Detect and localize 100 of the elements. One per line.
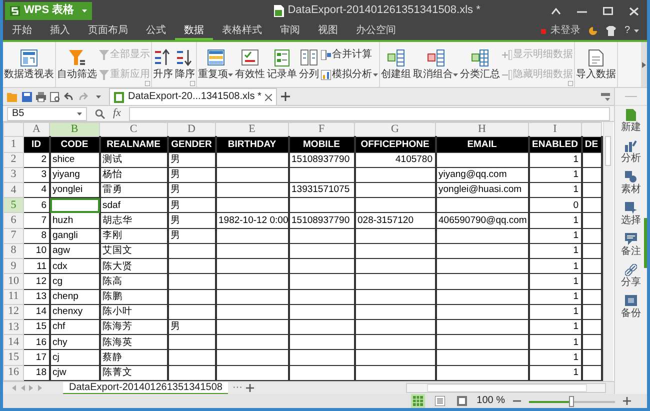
row-header[interactable]: 4: [4, 182, 24, 198]
row-header[interactable]: 11: [4, 289, 24, 304]
sort-icon: [154, 48, 172, 66]
ribbon-button[interactable]: 重复项: [197, 42, 234, 87]
row-header[interactable]: 6: [4, 212, 24, 228]
column-header[interactable]: H: [436, 122, 528, 137]
column-header[interactable]: A: [24, 122, 50, 137]
vertical-scrollbar[interactable]: [602, 122, 612, 381]
horizontal-scrollbar[interactable]: [406, 383, 606, 393]
menu-tab[interactable]: 页面布局: [79, 22, 137, 40]
ribbon-button[interactable]: 降序: [174, 42, 196, 87]
row-header[interactable]: 9: [4, 258, 24, 274]
skin-icon[interactable]: [588, 26, 598, 36]
selected-cell[interactable]: [50, 198, 100, 213]
view-mode-button[interactable]: [432, 394, 447, 408]
menu-tab[interactable]: 公式: [137, 22, 175, 40]
more-sheets-button[interactable]: ···: [232, 382, 242, 394]
ribbon-button[interactable]: 模拟分析: [321, 68, 378, 80]
table-cell: 1: [528, 152, 582, 168]
side-panel-button[interactable]: 分析: [621, 137, 641, 168]
row-header[interactable]: 10: [4, 274, 24, 290]
panel-toggle-icon[interactable]: [601, 92, 610, 100]
row-header[interactable]: 15: [4, 350, 24, 366]
row-header[interactable]: 1: [4, 136, 24, 152]
view-mode-button[interactable]: [410, 394, 425, 408]
header-cell: OFFICEPHONE: [354, 136, 436, 152]
column-header[interactable]: D: [168, 122, 216, 137]
header-cell: ENABLED: [528, 136, 582, 152]
table-cell: 男: [168, 198, 216, 213]
sheet-tab[interactable]: DataExport-201401261351341508: [63, 382, 228, 395]
chevron-up-icon[interactable]: [551, 7, 561, 15]
table-cell: 1: [528, 167, 582, 183]
row-header[interactable]: 14: [4, 334, 24, 350]
side-panel-button[interactable]: 备份: [621, 292, 641, 323]
ribbon-button[interactable]: 分列: [298, 42, 320, 87]
view-icon: [412, 396, 423, 406]
preview-icon[interactable]: [50, 92, 60, 102]
ribbon-button[interactable]: 有效性: [234, 42, 266, 87]
row-header[interactable]: 8: [4, 243, 24, 259]
side-panel-button[interactable]: 素材: [621, 168, 641, 199]
zoom-in-icon[interactable]: [623, 397, 631, 405]
side-panel-button[interactable]: 选择: [621, 199, 641, 230]
ribbon-button[interactable]: 创建组: [380, 42, 412, 87]
close-icon[interactable]: [265, 94, 272, 100]
ribbon-scroll-button[interactable]: [641, 42, 647, 87]
chevron-right-icon: [642, 62, 646, 68]
side-panel-button[interactable]: 新建: [621, 106, 641, 137]
ribbon-button[interactable]: 数据透视表: [3, 42, 55, 87]
table-cell: 4: [24, 182, 50, 198]
maximize-icon[interactable]: [603, 7, 613, 15]
menu-tab[interactable]: 审阅: [271, 22, 309, 40]
help-button[interactable]: ?: [624, 25, 639, 37]
undo-icon[interactable]: [64, 92, 74, 102]
table-cell: 1: [528, 258, 582, 274]
launcher-icon[interactable]: [568, 81, 573, 86]
ribbon-button[interactable]: 分类汇总: [459, 42, 501, 87]
function-button[interactable]: fx: [113, 106, 121, 120]
column-header[interactable]: E: [216, 122, 288, 137]
shirt-icon[interactable]: [606, 26, 616, 36]
menu-tab[interactable]: 开始: [3, 22, 41, 40]
row-header[interactable]: 12: [4, 304, 24, 320]
table-cell: 雷勇: [100, 182, 168, 198]
shapes-icon: [625, 171, 637, 183]
zoom-icon[interactable]: [95, 108, 105, 118]
ribbon-button[interactable]: 升序: [152, 42, 174, 87]
side-panel-button[interactable]: 备注: [621, 230, 641, 261]
column-header[interactable]: I: [528, 122, 582, 137]
column-header[interactable]: F: [288, 122, 354, 137]
menu-tab[interactable]: 办公空间: [347, 22, 405, 40]
ribbon-button[interactable]: 记录单: [266, 42, 298, 87]
menu-tab[interactable]: 视图: [309, 22, 347, 40]
add-sheet-icon[interactable]: [246, 384, 254, 392]
name-box[interactable]: B5: [7, 106, 87, 120]
menu-tab[interactable]: 插入: [41, 22, 79, 40]
menu-tab[interactable]: 表格样式: [213, 22, 271, 40]
side-panel-button[interactable]: 分享: [621, 261, 641, 292]
row-header[interactable]: 16: [4, 365, 24, 380]
save-icon[interactable]: [22, 92, 32, 102]
table-cell: 1: [528, 304, 582, 320]
row-header[interactable]: 13: [4, 320, 24, 335]
panel-scroll-indicator: [644, 218, 647, 268]
login-button[interactable]: 未登录: [541, 25, 580, 37]
row-header[interactable]: 7: [4, 228, 24, 244]
ribbon-button[interactable]: 自动筛选: [56, 42, 98, 87]
ribbon-button[interactable]: 取消组合: [412, 42, 459, 87]
view-mode-button[interactable]: [454, 394, 469, 408]
formula-input[interactable]: [128, 106, 610, 120]
table-cell: 15: [24, 320, 50, 335]
ribbon-button[interactable]: 合并计算: [321, 48, 378, 60]
row-header[interactable]: 3: [4, 167, 24, 183]
launcher-icon[interactable]: [190, 81, 195, 86]
print-icon[interactable]: [36, 92, 46, 102]
launcher-icon[interactable]: [145, 81, 150, 86]
column-header[interactable]: G: [354, 122, 436, 137]
subtotal-icon: [471, 48, 489, 66]
column-header[interactable]: C: [100, 122, 168, 137]
ribbon-button[interactable]: 导入数据: [575, 42, 617, 87]
row-header[interactable]: 2: [4, 152, 24, 168]
plus-icon[interactable]: [281, 92, 290, 101]
document-tab[interactable]: DataExport-20...1341508.xls *: [109, 88, 278, 105]
